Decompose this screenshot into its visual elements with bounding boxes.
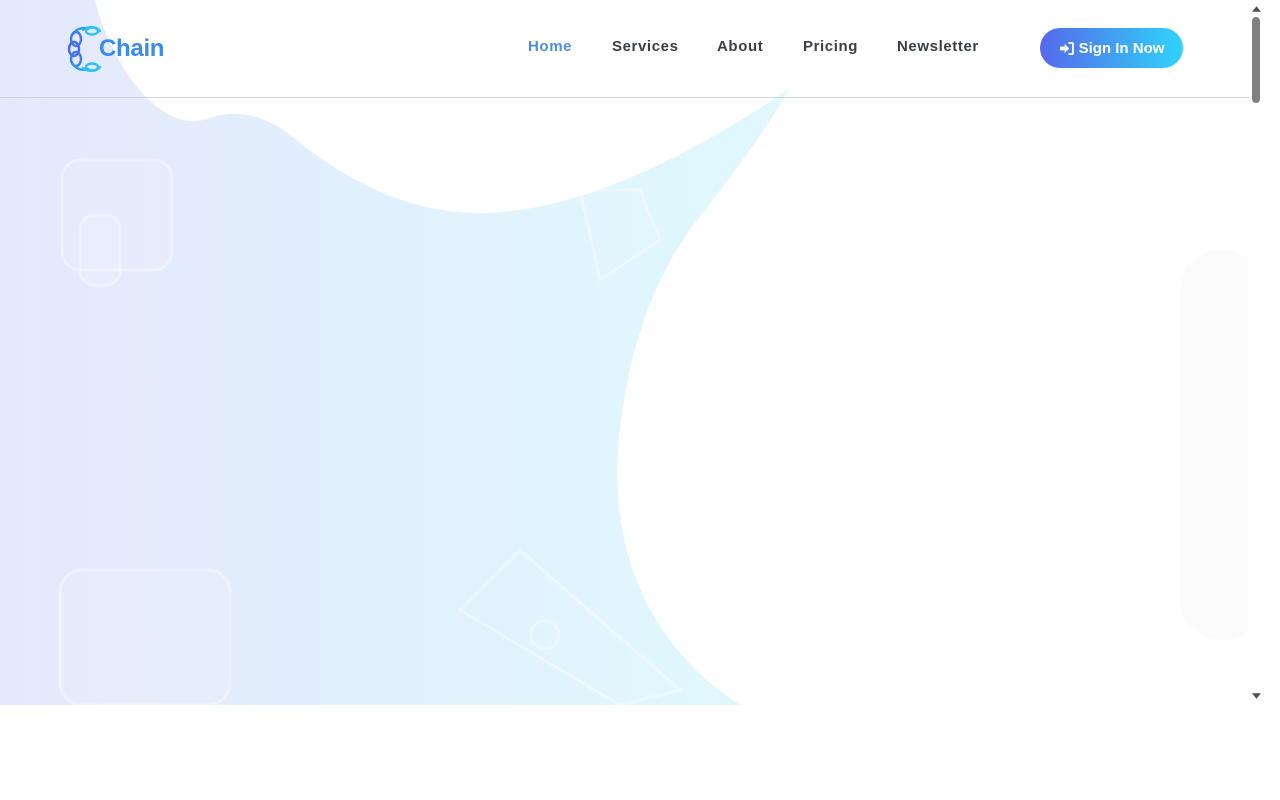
- sign-in-label: Sign In Now: [1078, 39, 1165, 57]
- below-viewport-area: [0, 705, 1280, 800]
- brand-logo[interactable]: Chain: [66, 25, 164, 73]
- nav-item-pricing[interactable]: Pricing: [803, 38, 858, 55]
- hero-background: [0, 0, 1264, 705]
- site-header: Chain Home Services About Pricing Newsle…: [0, 0, 1249, 98]
- nav-item-home[interactable]: Home: [528, 38, 572, 55]
- nav-item-services[interactable]: Services: [612, 38, 679, 55]
- sign-in-icon: [1059, 41, 1074, 55]
- scroll-down-arrow-icon[interactable]: [1249, 688, 1264, 703]
- sign-in-button[interactable]: Sign In Now: [1040, 28, 1183, 68]
- chain-link-icon: [67, 25, 102, 73]
- brand-name: Chain: [99, 35, 165, 62]
- scroll-up-arrow-icon[interactable]: [1249, 1, 1264, 16]
- nav-item-newsletter[interactable]: Newsletter: [897, 38, 979, 55]
- vertical-scrollbar[interactable]: [1249, 0, 1264, 705]
- scrollbar-thumb[interactable]: [1252, 17, 1260, 103]
- nav-item-about[interactable]: About: [717, 38, 763, 55]
- page-viewport: Chain Home Services About Pricing Newsle…: [0, 0, 1264, 705]
